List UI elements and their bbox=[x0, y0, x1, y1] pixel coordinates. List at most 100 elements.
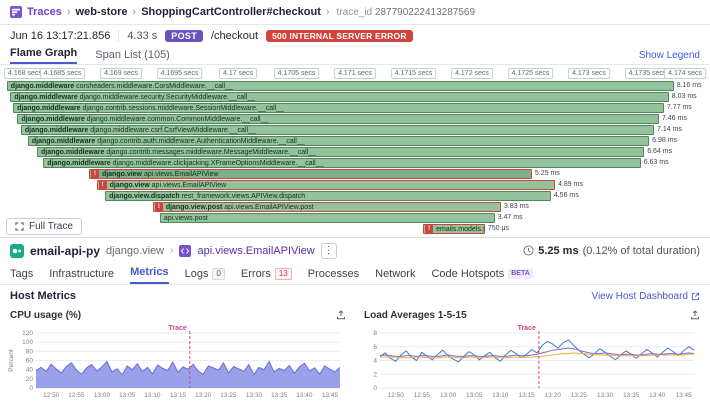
tab-processes[interactable]: Processes bbox=[308, 268, 359, 284]
svg-text:Trace: Trace bbox=[518, 325, 536, 332]
tab-label: Code Hotspots bbox=[431, 268, 504, 280]
error-badge-icon: ! bbox=[99, 181, 107, 189]
svg-text:4: 4 bbox=[373, 358, 377, 365]
flame-span-bar[interactable]: !django.view api.views.EmailAPIView bbox=[97, 180, 555, 190]
load-chart-header: Load Averages 1-5-15 bbox=[360, 307, 704, 323]
service-name[interactable]: email-api-py bbox=[30, 244, 100, 258]
time-axis-tick: 4.1725 secs bbox=[508, 68, 554, 79]
tab-infrastructure[interactable]: Infrastructure bbox=[49, 268, 114, 284]
flame-span-bar[interactable]: django.middleware django.middleware.clic… bbox=[43, 158, 640, 168]
span-duration-label: 3.83 ms bbox=[504, 203, 529, 210]
time-axis-tick: 4.1705 secs bbox=[274, 68, 320, 79]
flame-span-label: django.view.dispatch rest_framework.view… bbox=[106, 192, 305, 201]
operation-name: django.view bbox=[106, 245, 164, 257]
breadcrumb-traces[interactable]: Traces bbox=[27, 6, 62, 18]
svg-text:13:05: 13:05 bbox=[466, 392, 483, 399]
tab-flame-graph[interactable]: Flame Graph bbox=[10, 47, 77, 64]
tab-label: Processes bbox=[308, 268, 359, 280]
http-path: /checkout bbox=[211, 30, 258, 42]
flame-span-row: django.middleware django.middleware.comm… bbox=[4, 114, 706, 125]
resource-name[interactable]: api.views.EmailAPIView bbox=[197, 245, 314, 257]
kebab-menu-button[interactable]: ⋮ bbox=[321, 243, 337, 259]
tab-metrics[interactable]: Metrics bbox=[130, 266, 169, 284]
full-trace-label: Full Trace bbox=[29, 221, 73, 232]
flame-span-bar[interactable]: django.middleware django.middleware.comm… bbox=[17, 114, 659, 124]
svg-text:13:45: 13:45 bbox=[322, 392, 339, 399]
flame-span-label: django.middleware django.middleware.secu… bbox=[11, 93, 255, 102]
flame-span-bar[interactable]: django.middleware corsheaders.middleware… bbox=[7, 81, 674, 91]
flame-span-bar[interactable]: django.middleware django.middleware.secu… bbox=[10, 92, 668, 102]
tab-logs[interactable]: Logs0 bbox=[185, 268, 225, 284]
load-chart-title: Load Averages 1-5-15 bbox=[364, 310, 467, 321]
flame-span-label: api.views.post bbox=[161, 214, 208, 223]
tab-span-list[interactable]: Span List (105) bbox=[95, 49, 170, 64]
tab-label: Errors bbox=[241, 268, 271, 280]
svg-text:12:55: 12:55 bbox=[414, 392, 431, 399]
load-averages-chart: Load Averages 1-5-15 0246812:5012:5513:0… bbox=[360, 307, 704, 399]
export-icon[interactable] bbox=[336, 310, 346, 320]
time-axis-tick: 4.172 secs bbox=[451, 68, 493, 79]
host-metrics-header: Host Metrics View Host Dashboard bbox=[0, 285, 710, 307]
flame-span-row: !django.view api.views.EmailAPIView5.25 … bbox=[4, 169, 706, 180]
error-badge-icon: ! bbox=[155, 203, 163, 211]
svg-text:13:00: 13:00 bbox=[94, 392, 111, 399]
flame-span-row: django.middleware django.middleware.clic… bbox=[4, 158, 706, 169]
full-trace-button[interactable]: Full Trace bbox=[6, 218, 82, 235]
flame-span-bar[interactable]: django.middleware django.contrib.session… bbox=[13, 103, 664, 113]
svg-text:60: 60 bbox=[26, 358, 34, 365]
svg-text:20: 20 bbox=[26, 376, 34, 383]
svg-text:13:40: 13:40 bbox=[649, 392, 666, 399]
time-axis-tick: 4.173 secs bbox=[568, 68, 610, 79]
http-method-badge: POST bbox=[165, 30, 203, 42]
tab-label: Tags bbox=[10, 268, 33, 280]
flame-span-bar[interactable]: django.middleware django.middleware.csrf… bbox=[21, 125, 654, 135]
flame-span-row: django.middleware django.contrib.session… bbox=[4, 103, 706, 114]
tab-errors[interactable]: Errors 13 bbox=[241, 268, 292, 284]
flame-span-bar[interactable]: !emails.models.save bbox=[423, 224, 485, 234]
breadcrumb-service[interactable]: web-store bbox=[76, 6, 128, 18]
flame-span-row: django.middleware django.middleware.csrf… bbox=[4, 125, 706, 136]
span-duration-value: 5.25 ms bbox=[538, 245, 578, 257]
tab-tags[interactable]: Tags bbox=[10, 268, 33, 284]
span-duration-note: (0.12% of total duration) bbox=[583, 245, 700, 257]
tab-network[interactable]: Network bbox=[375, 268, 415, 284]
time-axis-tick: 4.1695 secs bbox=[157, 68, 203, 79]
flame-span-label: django.middleware django.middleware.clic… bbox=[44, 159, 323, 168]
svg-text:40: 40 bbox=[26, 367, 34, 374]
traces-icon bbox=[10, 6, 22, 18]
breadcrumb-separator: › bbox=[67, 6, 71, 18]
load-averages-plot[interactable]: 0246812:5012:5513:0013:0513:1013:1513:20… bbox=[360, 323, 700, 399]
tab-code-hotspots[interactable]: Code HotspotsBETA bbox=[431, 268, 532, 284]
resource-icon bbox=[179, 245, 191, 257]
show-legend-link[interactable]: Show Legend bbox=[639, 50, 700, 64]
svg-text:0: 0 bbox=[29, 385, 33, 392]
svg-text:13:20: 13:20 bbox=[195, 392, 212, 399]
flame-graph: 4.168 secs4.1685 secs4.169 secs4.1695 se… bbox=[0, 65, 710, 237]
cpu-usage-chart: CPU usage (%) 02040608010012012:5012:551… bbox=[6, 307, 350, 399]
flame-span-bar[interactable]: !django.view api.views.EmailAPIView bbox=[89, 169, 532, 179]
svg-text:12:50: 12:50 bbox=[43, 392, 60, 399]
flame-span-label: django.middleware corsheaders.middleware… bbox=[8, 82, 233, 91]
error-badge-icon: ! bbox=[91, 170, 99, 178]
view-host-dashboard-link[interactable]: View Host Dashboard bbox=[591, 291, 700, 302]
export-icon[interactable] bbox=[690, 310, 700, 320]
cpu-usage-plot[interactable]: 02040608010012012:5012:5513:0013:0513:10… bbox=[6, 323, 346, 399]
flame-span-bar[interactable]: api.views.post bbox=[160, 213, 495, 223]
svg-text:2: 2 bbox=[373, 371, 377, 378]
flame-span-bar[interactable]: django.middleware django.contrib.message… bbox=[37, 147, 644, 157]
expand-icon bbox=[15, 222, 24, 231]
svg-text:13:30: 13:30 bbox=[597, 392, 614, 399]
time-axis-tick: 4.1715 secs bbox=[391, 68, 437, 79]
flame-span-bar[interactable]: !django.view.post api.views.EmailAPIView… bbox=[153, 202, 501, 212]
flame-span-bar[interactable]: django.middleware django.contrib.auth.mi… bbox=[28, 136, 649, 146]
svg-text:13:10: 13:10 bbox=[144, 392, 161, 399]
span-duration-label: 4.56 ms bbox=[554, 192, 579, 199]
flame-span-row: !emails.models.save750 μs bbox=[4, 224, 706, 235]
svg-text:13:00: 13:00 bbox=[440, 392, 457, 399]
flame-span-bar[interactable]: django.view.dispatch rest_framework.view… bbox=[105, 191, 551, 201]
trace-info-bar: Jun 16 13:17:21.856 4.33 s POST /checkou… bbox=[0, 25, 710, 46]
chevron-right-icon: › bbox=[170, 245, 173, 256]
svg-text:13:25: 13:25 bbox=[220, 392, 237, 399]
tab-count-badge: 13 bbox=[275, 268, 292, 280]
apm-trace-page: Traces › web-store › ShoppingCartControl… bbox=[0, 0, 710, 399]
